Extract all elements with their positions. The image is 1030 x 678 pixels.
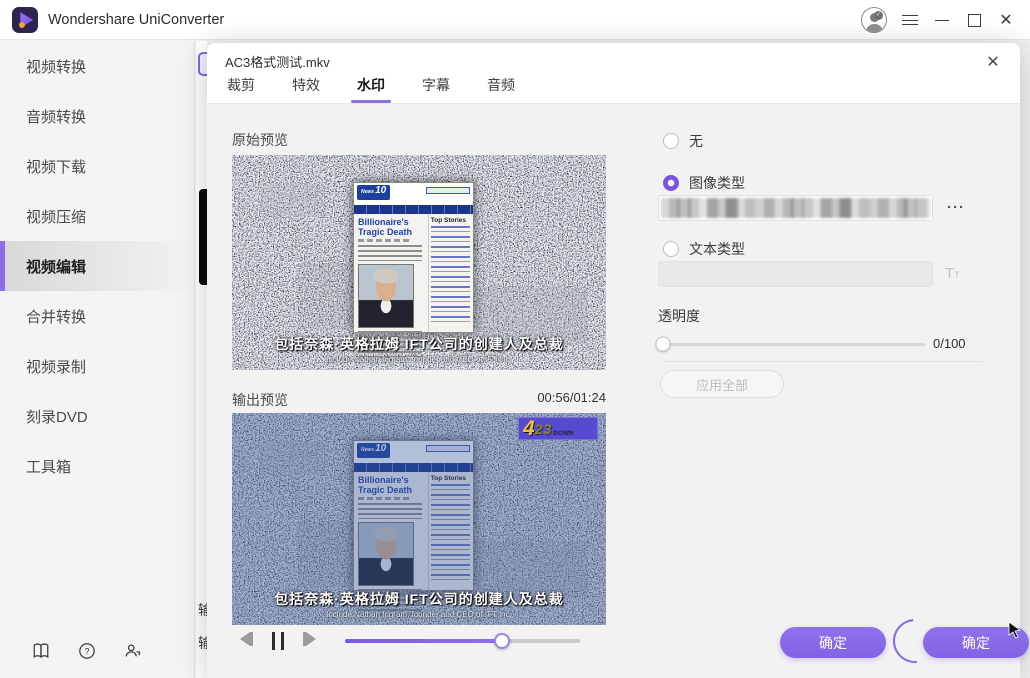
sidebar-item-audio-convert[interactable]: 音频转换 (0, 91, 194, 141)
radio-none-circle[interactable] (663, 133, 679, 149)
watermark-text-input[interactable] (658, 261, 933, 287)
news-search-bar (426, 187, 470, 194)
image-watermark: 4 23 DOWN (518, 417, 598, 440)
account-avatar[interactable]: ✓ (861, 7, 887, 33)
next-frame-button[interactable] (303, 632, 316, 646)
background-clip (260, 183, 326, 217)
text-font-icon: TT (945, 265, 960, 282)
radio-image-label: 图像类型 (689, 175, 745, 191)
sidebar-item-burn-dvd[interactable]: 刻录DVD (0, 391, 194, 441)
opacity-label: 透明度 (658, 308, 700, 324)
contact-icon[interactable] (124, 642, 142, 660)
radio-image-type[interactable]: 图像类型 (663, 173, 745, 193)
sidebar-item-label: 视频下载 (26, 158, 87, 176)
svg-text:?: ? (84, 647, 89, 657)
sidebar-item-label: 工具箱 (26, 458, 72, 476)
opacity-track[interactable] (663, 343, 925, 346)
title-bar: Wondershare UniConverter ✓ ✕ (0, 0, 1030, 40)
radio-none[interactable]: 无 (663, 131, 703, 151)
close-window-icon[interactable]: ✕ (994, 8, 1018, 32)
avatar-badge-icon: ✓ (874, 11, 883, 20)
radio-text-type[interactable]: 文本类型 (663, 239, 745, 259)
help-icon[interactable]: ? (78, 642, 96, 660)
sidebar-item-label: 视频压缩 (26, 208, 87, 226)
radio-text-circle[interactable] (663, 241, 679, 257)
sidebar-item-label: 刻录DVD (26, 408, 88, 426)
sidebar-item-label: 音频转换 (26, 108, 87, 126)
image-path-input[interactable] (658, 195, 933, 221)
dialog-close-icon[interactable]: ✕ (982, 51, 1004, 73)
background-main-window: 输 输 (196, 41, 207, 678)
sidebar-item-video-compress[interactable]: 视频压缩 (0, 191, 194, 241)
pause-button[interactable] (272, 632, 284, 650)
sidebar-item-label: 合并转换 (26, 308, 87, 326)
original-preview-video: News 10 Billionaire's Tragic Death Top St… (232, 155, 606, 370)
sidebar-item-label: 视频录制 (26, 358, 87, 376)
sidebar-item-toolbox[interactable]: 工具箱 (0, 441, 194, 491)
top-stories-label: Top Stories (430, 217, 467, 224)
radio-image-circle[interactable] (663, 175, 679, 191)
sidebar-item-merge-convert[interactable]: 合并转换 (0, 291, 194, 341)
news-logo: News 10 (357, 185, 391, 200)
video-subtitles: 包括奈森·英格拉姆 IFT公司的创建人及总裁 Include Nathan In… (274, 591, 564, 619)
opacity-value: 0/100 (933, 336, 966, 351)
manual-book-icon[interactable] (32, 642, 50, 660)
confirm-button[interactable]: 确定 (780, 627, 886, 658)
clipped-output-label: 输 (198, 602, 207, 618)
dialog-header: AC3格式测试.mkv ✕ 裁剪 特效 水印 字幕 音频 (207, 43, 1020, 104)
clipped-add-files-icon (198, 52, 207, 76)
sidebar-item-screen-record[interactable]: 视频录制 (0, 341, 194, 391)
tab-audio[interactable]: 音频 (485, 75, 517, 103)
sidebar-item-label: 视频转换 (26, 58, 87, 76)
radio-none-label: 无 (689, 133, 703, 149)
tab-crop[interactable]: 裁剪 (225, 75, 257, 103)
divider (663, 361, 983, 362)
sidebar-item-video-convert[interactable]: 视频转换 (0, 41, 194, 91)
playback-time: 00:56/01:24 (537, 390, 606, 405)
sidebar-item-label: 视频编辑 (26, 258, 87, 276)
redacted-image-path (661, 198, 930, 218)
tab-effects[interactable]: 特效 (290, 75, 322, 103)
dialog-title: AC3格式测试.mkv (225, 55, 330, 70)
news-headline: Billionaire's Tragic Death (358, 217, 413, 237)
mouse-cursor (1007, 621, 1023, 644)
dialog-tabs: 裁剪 特效 水印 字幕 音频 (225, 75, 517, 103)
opacity-slider[interactable] (655, 336, 925, 352)
sidebar: 视频转换 音频转换 视频下载 视频压缩 视频编辑 合并转换 视频录制 刻录DVD… (0, 41, 195, 678)
menu-icon[interactable] (898, 8, 922, 32)
browse-file-button[interactable]: ··· (943, 199, 969, 219)
newspaper-page: News 10 Billionaire's Tragic Death Top St… (353, 182, 474, 357)
tab-subtitle[interactable]: 字幕 (420, 75, 452, 103)
minimize-icon[interactable] (930, 8, 954, 32)
output-preview-video: News 10 Billionaire's Tragic Death Top St… (232, 413, 606, 625)
tab-watermark[interactable]: 水印 (351, 75, 391, 103)
video-subtitles: 包括奈森·英格拉姆 IFT公司的创建人及总裁 Include Nathan In… (274, 336, 564, 364)
sidebar-item-video-edit[interactable]: 视频编辑 (0, 241, 194, 291)
clipped-video-thumbnail (199, 189, 207, 285)
playback-progress-slider[interactable] (345, 633, 580, 649)
original-preview-label: 原始预览 (232, 132, 288, 148)
app-logo-icon (12, 7, 38, 33)
edit-dialog: AC3格式测试.mkv ✕ 裁剪 特效 水印 字幕 音频 原始预览 News 10… (207, 43, 1029, 678)
clipped-output-label: 输 (198, 635, 207, 651)
progress-thumb[interactable] (494, 633, 511, 649)
radio-text-label: 文本类型 (689, 241, 745, 257)
avatar-body (866, 24, 883, 32)
portrait-photo (358, 264, 414, 328)
maximize-icon[interactable] (962, 8, 986, 32)
previous-frame-button[interactable] (240, 632, 253, 646)
sidebar-item-video-download[interactable]: 视频下载 (0, 141, 194, 191)
app-title: Wondershare UniConverter (48, 12, 225, 28)
apply-all-button[interactable]: 应用全部 (660, 370, 784, 398)
news-navbar (354, 205, 473, 214)
progress-fill (345, 639, 503, 643)
opacity-thumb[interactable] (655, 336, 671, 352)
